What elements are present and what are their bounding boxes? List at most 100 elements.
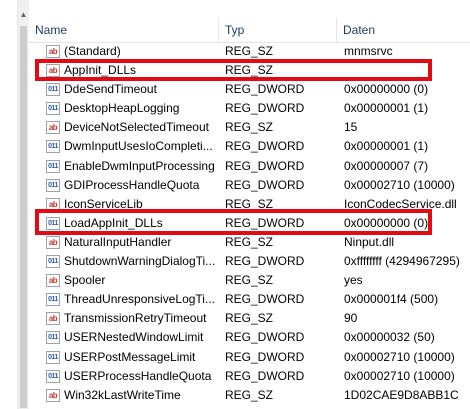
registry-value-row[interactable]: 011 ThreadUnresponsiveLogTi... REG_DWORD 0x…	[29, 290, 470, 309]
value-data: 0x00000007 (7)	[344, 158, 429, 173]
registry-value-row[interactable]: 011 USERProcessHandleQuota REG_DWORD 0x0000…	[29, 367, 470, 386]
value-data: 0x00000001 (1)	[344, 101, 429, 116]
value-name: USERPostMessageLimit	[64, 349, 196, 364]
value-name: USERProcessHandleQuota	[64, 368, 212, 383]
binary-value-icon: 011	[46, 369, 60, 383]
value-data: Ninput.dll	[344, 234, 395, 249]
value-data: 0x00000032 (50)	[344, 330, 435, 345]
registry-value-row[interactable]: ab Spooler REG_SZ yes	[29, 271, 470, 290]
string-value-icon: ab	[46, 312, 60, 326]
value-name: Spooler	[64, 273, 106, 288]
registry-value-row[interactable]: ab AppInit_DLLs REG_SZ	[29, 61, 470, 80]
value-type: REG_DWORD	[225, 349, 305, 364]
value-type: REG_SZ	[225, 311, 274, 326]
value-name: DesktopHeapLogging	[64, 101, 180, 116]
registry-value-row[interactable]: ab Win32kLastWriteTime REG_SZ 1D02CAE9D8ABB…	[29, 386, 470, 405]
string-value-icon: ab	[46, 197, 60, 211]
value-data: yes	[344, 273, 363, 288]
value-data: 0x00002710 (10000)	[344, 349, 455, 364]
binary-value-icon: 011	[46, 159, 60, 173]
column-header-type[interactable]: Typ	[219, 18, 337, 42]
binary-value-icon: 011	[46, 216, 60, 230]
value-type: REG_SZ	[225, 387, 274, 402]
string-value-icon: ab	[46, 235, 60, 249]
column-header-bar: Name Typ Daten	[29, 18, 470, 43]
registry-value-row[interactable]: ab TransmissionRetryTimeout REG_SZ 90	[29, 309, 470, 328]
value-type: REG_SZ	[225, 196, 274, 211]
scroll-up-arrow-icon[interactable]: ▲	[18, 8, 29, 22]
value-type: REG_SZ	[225, 63, 274, 78]
value-type: REG_SZ	[225, 234, 274, 249]
value-data: 90	[344, 311, 358, 326]
value-data: 0x00000000 (0)	[344, 82, 429, 97]
value-data: 0x00002710 (10000)	[344, 177, 455, 192]
registry-value-row[interactable]: 011 DwmInputUsesIoCompleti... REG_DWORD 0x0…	[29, 137, 470, 156]
value-data: 1D02CAE9D8ABB1C	[344, 387, 459, 402]
registry-tree-pane[interactable]: ▲	[0, 0, 29, 409]
tree-scrollbar[interactable]: ▲	[17, 0, 29, 409]
value-name: DwmInputUsesIoCompleti...	[64, 139, 213, 154]
binary-value-icon: 011	[46, 350, 60, 364]
value-type: REG_DWORD	[225, 368, 305, 383]
value-type: REG_DWORD	[225, 101, 305, 116]
value-type: REG_SZ	[225, 273, 274, 288]
value-type: REG_DWORD	[225, 254, 305, 269]
value-type: REG_DWORD	[225, 158, 305, 173]
registry-value-list: ab (Standard) REG_SZ mnmsrvc ab AppInit_DLLs R…	[29, 42, 470, 405]
column-header-data[interactable]: Daten	[337, 18, 470, 42]
registry-value-row[interactable]: 011 DdeSendTimeout REG_DWORD 0x00000000 (0)	[29, 80, 470, 99]
value-name: GDIProcessHandleQuota	[64, 177, 200, 192]
value-type: REG_SZ	[225, 44, 274, 58]
value-data: IconCodecService.dll	[344, 196, 457, 211]
binary-value-icon: 011	[46, 102, 60, 116]
value-name: DdeSendTimeout	[64, 82, 157, 97]
scrollbar-thumb[interactable]	[20, 26, 27, 408]
registry-value-row[interactable]: 011 GDIProcessHandleQuota REG_DWORD 0x00002…	[29, 176, 470, 195]
string-value-icon: ab	[46, 45, 60, 58]
registry-value-row[interactable]: ab DeviceNotSelectedTimeout REG_SZ 15	[29, 118, 470, 137]
binary-value-icon: 011	[46, 293, 60, 307]
value-name: LoadAppInit_DLLs	[64, 215, 163, 230]
binary-value-icon: 011	[46, 140, 60, 154]
registry-value-row[interactable]: ab IconServiceLib REG_SZ IconCodecService.d…	[29, 195, 470, 214]
value-data: 15	[344, 120, 358, 135]
string-value-icon: ab	[46, 388, 60, 402]
value-type: REG_DWORD	[225, 215, 305, 230]
value-name: ShutdownWarningDialogTi...	[64, 254, 216, 269]
value-name: EnableDwmInputProcessing	[64, 158, 215, 173]
value-name: USERNestedWindowLimit	[64, 330, 204, 345]
column-header-name[interactable]: Name	[29, 18, 219, 42]
registry-value-row[interactable]: 011 DesktopHeapLogging REG_DWORD 0x00000001…	[29, 99, 470, 118]
registry-value-row[interactable]: ab (Standard) REG_SZ mnmsrvc	[29, 42, 470, 61]
value-name: Win32kLastWriteTime	[64, 387, 181, 402]
registry-value-row[interactable]: 011 ShutdownWarningDialogTi... REG_DWORD 0x…	[29, 252, 470, 271]
binary-value-icon: 011	[46, 331, 60, 345]
value-name: DeviceNotSelectedTimeout	[64, 120, 209, 135]
value-type: REG_DWORD	[225, 177, 305, 192]
value-name: ThreadUnresponsiveLogTi...	[64, 292, 215, 307]
value-name: TransmissionRetryTimeout	[64, 311, 207, 326]
value-type: REG_DWORD	[225, 82, 305, 97]
value-type: REG_DWORD	[225, 330, 305, 345]
value-type: REG_DWORD	[225, 292, 305, 307]
registry-value-row[interactable]: 011 LoadAppInit_DLLs REG_DWORD 0x00000000 (…	[29, 214, 470, 233]
binary-value-icon: 011	[46, 178, 60, 192]
value-name: (Standard)	[64, 44, 121, 58]
value-name: AppInit_DLLs	[64, 63, 137, 78]
value-data: 0x00002710 (10000)	[344, 368, 455, 383]
value-name: NaturalInputHandler	[64, 234, 172, 249]
registry-value-row[interactable]: 011 EnableDwmInputProcessing REG_DWORD 0x00…	[29, 157, 470, 176]
value-type: REG_DWORD	[225, 139, 305, 154]
binary-value-icon: 011	[46, 83, 60, 97]
value-data: 0x000001f4 (500)	[344, 292, 439, 307]
value-data: 0x00000000 (0)	[344, 215, 429, 230]
registry-value-row[interactable]: 011 USERNestedWindowLimit REG_DWORD 0x00000…	[29, 328, 470, 347]
value-type: REG_SZ	[225, 120, 274, 135]
string-value-icon: ab	[46, 274, 60, 288]
value-name: IconServiceLib	[64, 196, 143, 211]
value-data: 0xffffffff (4294967295)	[344, 254, 460, 269]
binary-value-icon: 011	[46, 255, 60, 269]
registry-value-row[interactable]: ab NaturalInputHandler REG_SZ Ninput.dll	[29, 233, 470, 252]
string-value-icon: ab	[46, 121, 60, 135]
registry-value-row[interactable]: 011 USERPostMessageLimit REG_DWORD 0x000027…	[29, 348, 470, 367]
